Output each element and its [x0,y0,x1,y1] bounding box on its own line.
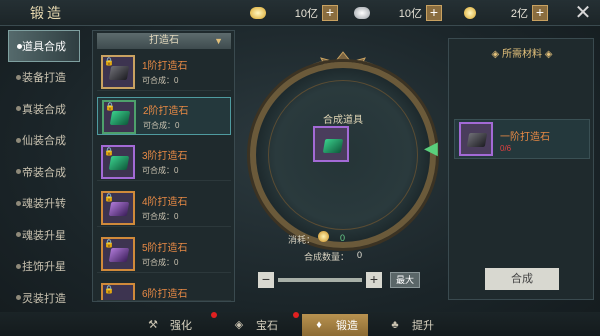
sidebar-item-soul-upgrade[interactable]: 魂装升转 [8,188,80,220]
arrow-left-icon: ◀ [424,138,438,158]
quantity-value: 0 [357,250,363,260]
quantity-label: 合成数量： [304,252,350,262]
tab-gem[interactable]: ◈ 宝石 [232,314,278,336]
synthesize-button[interactable]: 合成 [485,268,559,290]
bullet-icon [16,106,21,111]
stone-icon [109,111,131,125]
resource-silver: 10亿 + [354,4,442,22]
sidebar-item-immortal-equip[interactable]: 仙装合成 [8,125,80,157]
coin-icon [464,7,476,19]
lock-icon: 🔒 [105,102,115,111]
tab-upgrade[interactable]: ♣ 提升 [388,314,434,336]
synthesis-title: 合成道具 [323,115,363,126]
lock-icon: 🔒 [104,57,114,66]
chevron-down-icon: ▼ [214,36,223,46]
sidebar-item-emperor-equip[interactable]: 帝装合成 [8,156,80,188]
target-item-slot[interactable] [313,126,349,162]
bullet-icon [16,74,21,80]
material-count: 0/6 [500,144,512,153]
sidebar-item-equip-forge[interactable]: 装备打造 [8,62,80,94]
item-thumbnail: 🔒 [101,237,135,271]
page-title: 锻造 [30,6,64,22]
sidebar-item-true-equip[interactable]: 真装合成 [8,93,80,125]
stone-icon [108,66,130,80]
cost-value: 0 [340,233,346,243]
tab-strengthen[interactable]: ⚒ 强化 [146,314,192,336]
add-silver-button[interactable]: + [426,5,442,21]
bullet-icon [16,232,21,237]
notification-dot [211,312,217,318]
material-thumbnail [459,122,493,156]
silver-ingot-icon [354,7,370,19]
close-icon[interactable]: ✕ [573,3,593,23]
slider-fill [278,278,362,282]
upgrade-icon: ♣ [391,319,399,331]
list-item[interactable]: 🔒 4阶打造石 可合成：0 [97,189,231,227]
materials-panel: ◈ 所需材料 ◈ 一阶打造石 0/6 [448,38,594,300]
stone-icon [108,156,130,170]
bullet-icon [16,137,21,143]
category-dropdown[interactable]: 打造石 ▼ [97,33,231,49]
stone-icon [108,248,130,262]
material-item[interactable]: 一阶打造石 0/6 [454,119,590,159]
lock-icon: 🔒 [104,285,114,294]
sidebar-item-pendant-star[interactable]: 挂饰升星 [8,251,80,283]
sidebar-item-spirit-forge[interactable]: 灵装打造 [8,282,80,314]
quantity-slider[interactable] [278,278,362,282]
decrease-button[interactable]: − [258,272,274,288]
max-button[interactable]: 最大 [390,272,420,288]
gold-ingot-icon [250,7,266,19]
item-thumbnail: 🔒 [101,283,135,300]
bullet-icon [16,263,21,269]
cost-label: 消耗： [288,235,316,245]
lock-icon: 🔒 [104,193,114,202]
item-thumbnail: 🔒 [101,191,135,225]
gem-icon: ◈ [234,319,244,331]
stone-icon [108,202,130,216]
notification-dot [293,312,299,318]
increase-button[interactable]: + [366,272,382,288]
bullet-icon [16,295,21,300]
list-item[interactable]: 🔒 5阶打造石 可合成：0 [97,235,231,273]
item-thumbnail: 🔒 [101,55,135,89]
resource-gold: 10亿 + [250,4,338,22]
strengthen-icon: ⚒ [148,319,158,331]
resource-coin: 2亿 + [464,4,548,22]
lock-icon: 🔒 [104,147,114,156]
materials-title: ◈ 所需材料 ◈ [491,49,553,60]
list-item[interactable]: 🔒 6阶打造石 [97,281,231,301]
bullet-icon [16,200,21,206]
list-item[interactable]: 🔒 2阶打造石 可合成：0 [97,97,231,135]
add-gold-button[interactable]: + [322,5,338,21]
sidebar: 道具合成 装备打造 真装合成 仙装合成 帝装合成 魂装升转 魂装升星 挂饰升星 … [8,30,80,314]
item-list-panel: 打造石 ▼ 🔒 1阶打造石 可合成：0 🔒 2阶打造石 可合成：0 🔒 3阶打造石 可合成：0… [92,30,235,302]
item-thumbnail: 🔒 [101,145,135,179]
tab-forge[interactable]: ♦ 锻造 [302,314,368,336]
coin-icon [318,231,329,242]
sidebar-item-item-synthesis[interactable]: 道具合成 [8,30,80,62]
bullet-icon [17,44,22,49]
item-thumbnail: 🔒 [102,100,136,134]
list-item[interactable]: 🔒 1阶打造石 可合成：0 [97,53,231,91]
bottom-tab-bar [0,312,600,336]
add-coin-button[interactable]: + [532,5,548,21]
list-item[interactable]: 🔒 3阶打造石 可合成：0 [97,143,231,181]
stone-icon [322,139,344,153]
forge-icon: ♦ [316,319,322,331]
sidebar-item-soul-star[interactable]: 魂装升星 [8,219,80,251]
bullet-icon [16,169,21,174]
stone-icon [466,133,488,147]
lock-icon: 🔒 [104,239,114,248]
